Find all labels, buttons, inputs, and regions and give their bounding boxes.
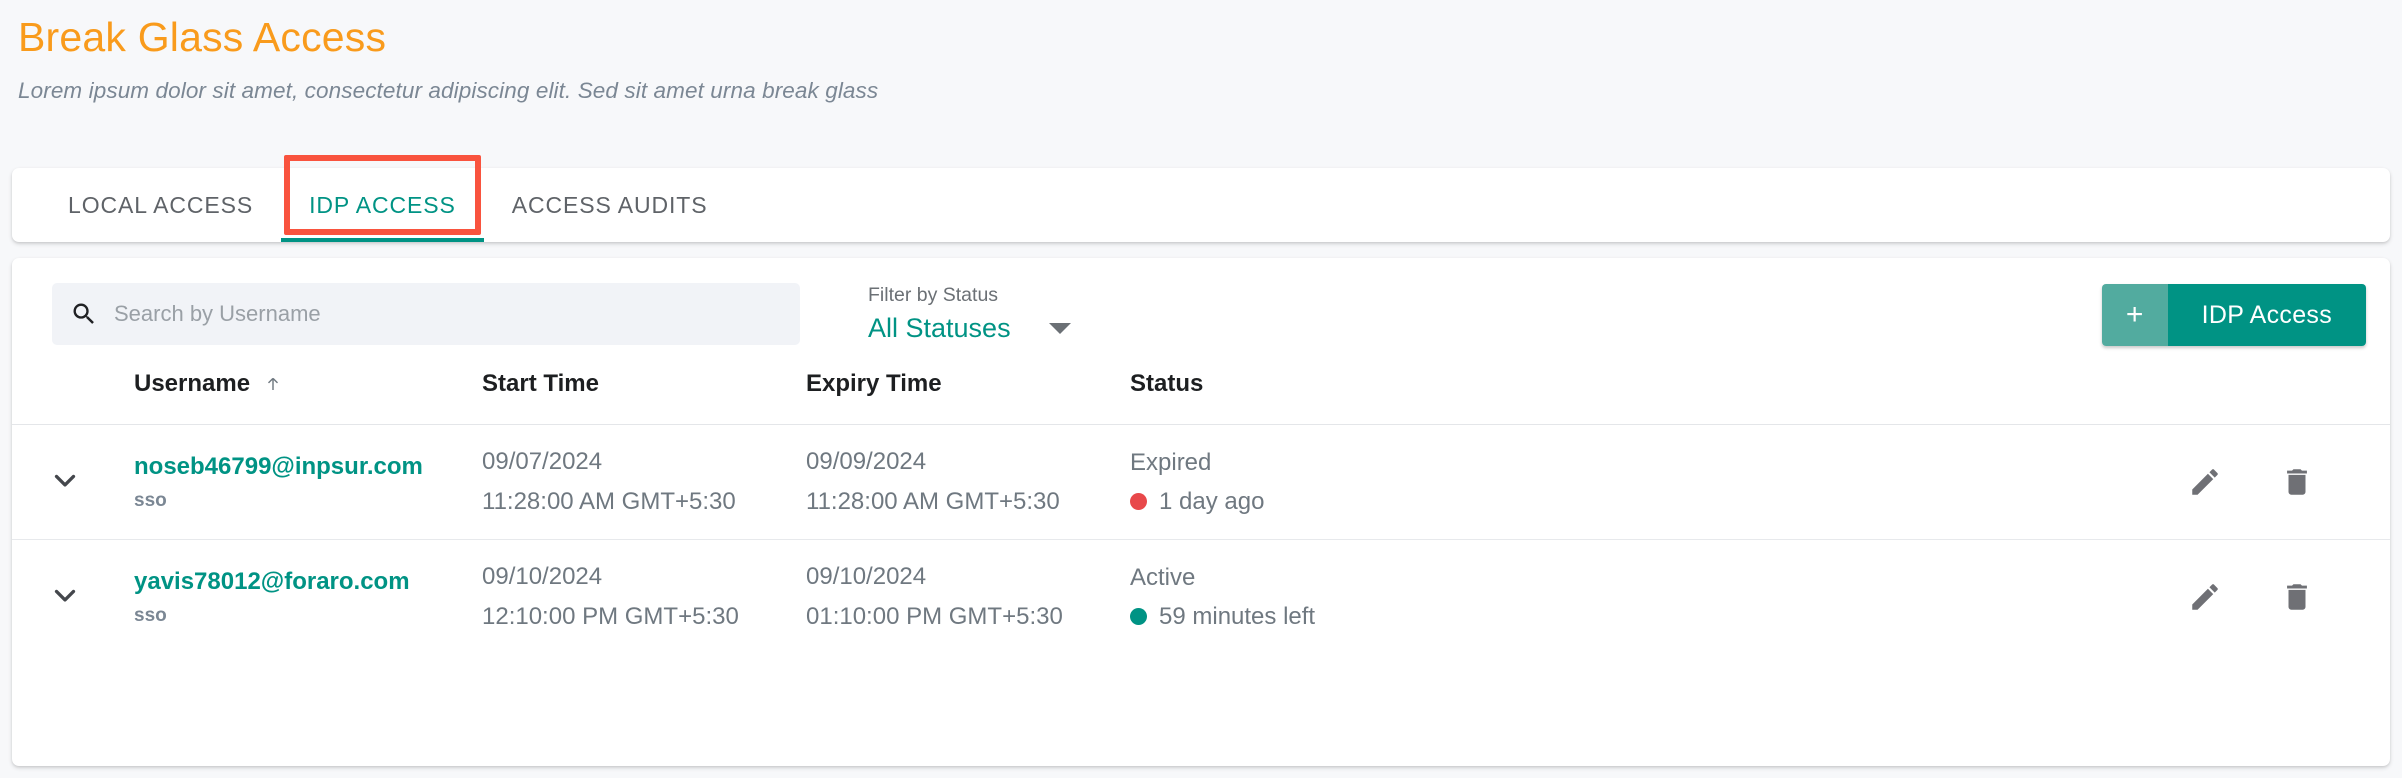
table-header: Username Start Time Expiry Time Status: [12, 370, 2390, 425]
expiry-time: 01:10:00 PM GMT+5:30: [806, 603, 1063, 631]
tab-idp-access[interactable]: IDP ACCESS: [281, 155, 484, 242]
page-title: Break Glass Access: [18, 14, 387, 60]
pencil-icon[interactable]: [2188, 580, 2222, 614]
expiry-date: 09/09/2024: [806, 448, 927, 475]
status-filter-select[interactable]: All Statuses: [868, 312, 1071, 343]
row-delete-cell[interactable]: [2279, 424, 2390, 540]
header-username-label: Username: [134, 370, 251, 397]
header-username[interactable]: Username: [134, 370, 482, 425]
start-date: 09/07/2024: [482, 448, 603, 475]
username-link[interactable]: yavis78012@foraro.com: [134, 569, 482, 594]
row-username-cell: yavis78012@foraro.com sso: [134, 540, 482, 655]
status-badge: Active: [1130, 563, 1196, 591]
row-spacer-cell: [1550, 540, 2188, 655]
idp-access-table: Username Start Time Expiry Time Status n…: [12, 370, 2390, 655]
status-detail: 1 day ago: [1130, 487, 1550, 515]
status-dot-icon: [1130, 493, 1147, 510]
header-start-time[interactable]: Start Time: [482, 370, 806, 425]
row-delete-cell[interactable]: [2280, 540, 2390, 655]
page-subtitle: Lorem ipsum dolor sit amet, consectetur …: [18, 78, 879, 104]
trash-icon[interactable]: [2280, 465, 2314, 499]
user-type-label: sso: [134, 604, 167, 626]
table-body: noseb46799@inpsur.com sso 09/07/2024 11:…: [12, 424, 2390, 655]
header-expand: [12, 370, 134, 425]
search-input[interactable]: [114, 301, 782, 327]
row-edit-cell[interactable]: [2187, 424, 2280, 540]
status-filter-label: Filter by Status: [868, 284, 999, 307]
tab-access-audits-label: ACCESS AUDITS: [511, 191, 708, 218]
row-expiry-time-cell: 09/10/2024 01:10:00 PM GMT+5:30: [806, 540, 1130, 655]
status-filter-value: All Statuses: [868, 312, 1011, 343]
start-time: 12:10:00 PM GMT+5:30: [482, 603, 739, 631]
plus-icon: +: [2101, 284, 2168, 346]
page-root: Break Glass Access Lorem ipsum dolor sit…: [0, 0, 2402, 778]
tab-local-access[interactable]: LOCAL ACCESS: [40, 168, 281, 242]
chevron-down-icon[interactable]: [48, 578, 82, 612]
status-detail: 59 minutes left: [1130, 602, 1550, 630]
status-detail-label: 1 day ago: [1159, 487, 1265, 515]
header-status-label: Status: [1130, 370, 1204, 397]
username-link[interactable]: noseb46799@inpsur.com: [134, 454, 482, 479]
start-time: 11:28:00 AM GMT+5:30: [482, 488, 736, 515]
header-start-time-label: Start Time: [482, 370, 599, 397]
status-badge: Expired: [1130, 448, 1212, 476]
sort-ascending-icon: [268, 377, 279, 390]
idp-access-card: Filter by Status All Statuses + IDP Acce…: [12, 258, 2390, 766]
tab-access-audits[interactable]: ACCESS AUDITS: [484, 168, 736, 242]
tab-list: LOCAL ACCESS IDP ACCESS ACCESS AUDITS: [12, 155, 736, 242]
table-toolbar: Filter by Status All Statuses + IDP Acce…: [12, 258, 2390, 370]
header-expiry-time-label: Expiry Time: [806, 370, 942, 397]
row-spacer-cell: [1550, 424, 2188, 540]
add-idp-access-button[interactable]: + IDP Access: [2101, 284, 2366, 346]
header-expiry-time[interactable]: Expiry Time: [806, 370, 1130, 425]
page-header: Break Glass Access Lorem ipsum dolor sit…: [0, 0, 2402, 104]
tabs-card: LOCAL ACCESS IDP ACCESS ACCESS AUDITS: [12, 155, 2390, 242]
table-header-row: Username Start Time Expiry Time Status: [12, 370, 2390, 425]
row-start-time-cell: 09/07/2024 11:28:00 AM GMT+5:30: [482, 424, 806, 540]
row-edit-cell[interactable]: [2188, 540, 2280, 655]
row-username-cell: noseb46799@inpsur.com sso: [134, 424, 482, 540]
start-date: 09/10/2024: [482, 563, 603, 591]
chevron-down-icon: [1048, 322, 1071, 334]
chevron-down-icon[interactable]: [48, 463, 82, 497]
user-type-label: sso: [134, 489, 167, 511]
row-expiry-time-cell: 09/09/2024 11:28:00 AM GMT+5:30: [806, 424, 1130, 540]
header-status[interactable]: Status: [1130, 370, 2390, 425]
table-row: noseb46799@inpsur.com sso 09/07/2024 11:…: [12, 424, 2390, 540]
pencil-icon[interactable]: [2188, 465, 2222, 499]
status-filter[interactable]: Filter by Status All Statuses: [868, 283, 1071, 345]
table-row: yavis78012@foraro.com sso 09/10/2024 12:…: [12, 540, 2390, 655]
row-expand-cell[interactable]: [12, 424, 134, 540]
row-start-time-cell: 09/10/2024 12:10:00 PM GMT+5:30: [482, 540, 806, 655]
search-box[interactable]: [52, 283, 800, 345]
row-status-cell: Expired 1 day ago: [1130, 424, 1550, 540]
expiry-time: 11:28:00 AM GMT+5:30: [806, 488, 1060, 515]
row-expand-cell[interactable]: [12, 540, 134, 655]
row-status-cell: Active 59 minutes left: [1130, 540, 1550, 655]
tab-local-access-label: LOCAL ACCESS: [68, 191, 254, 218]
search-icon: [73, 303, 94, 324]
status-dot-icon: [1130, 608, 1147, 626]
expiry-date: 09/10/2024: [806, 563, 927, 591]
add-idp-access-label: IDP Access: [2167, 284, 2366, 346]
tab-idp-access-label: IDP ACCESS: [309, 191, 456, 218]
trash-icon[interactable]: [2280, 580, 2314, 614]
status-detail-label: 59 minutes left: [1159, 602, 1316, 630]
